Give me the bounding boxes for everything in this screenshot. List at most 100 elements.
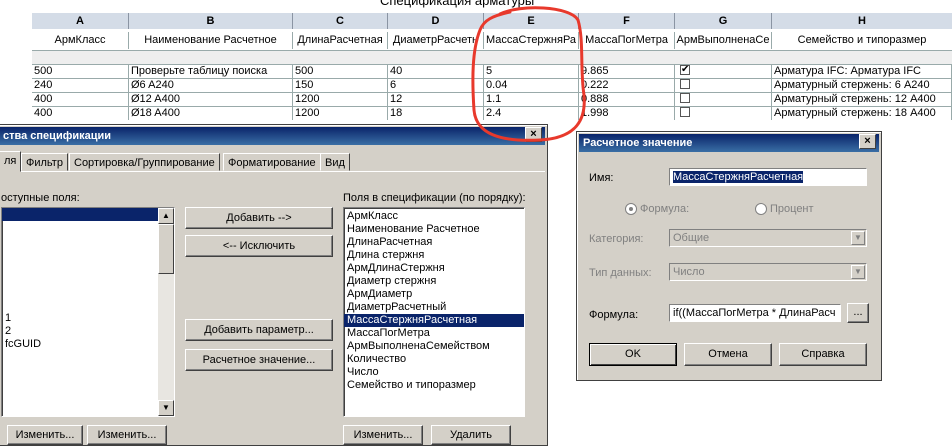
cell-e[interactable]: 1.1 [484, 93, 579, 106]
cancel-button[interactable]: Отмена [684, 343, 772, 366]
delete-scheduled-button[interactable]: Удалить [431, 425, 511, 445]
radio-percent[interactable]: Процент [755, 203, 814, 216]
tab-formatting[interactable]: Форматирование [223, 153, 321, 171]
header-length[interactable]: ДлинаРасчетная [293, 32, 388, 49]
available-field-item[interactable] [2, 377, 174, 390]
cell-h[interactable]: Арматурный стержень: 6 A240 [772, 79, 952, 92]
formula-browse-button[interactable]: ... [847, 303, 869, 323]
cell-h[interactable]: Арматурный стержень: 18 A400 [772, 107, 952, 120]
scheduled-field-item[interactable]: Наименование Расчетное [344, 223, 524, 236]
scroll-up-icon[interactable]: ▲ [158, 208, 174, 224]
col-letter-a[interactable]: A [32, 13, 129, 29]
cell-b[interactable]: Ø12 A400 [129, 93, 293, 106]
tab-view[interactable]: Вид [320, 153, 350, 171]
header-diameter[interactable]: ДиаметрРасчетн [388, 32, 484, 49]
scheduled-field-item[interactable]: Семейство и типоразмер [344, 379, 524, 392]
header-armklass[interactable]: АрмКласс [32, 32, 129, 49]
available-field-item[interactable] [2, 286, 174, 299]
cell-f[interactable]: 0.222 [579, 79, 675, 92]
formula-input[interactable]: if((МассаПогМетра * ДлинаРасч [669, 304, 841, 322]
scheduled-field-item[interactable]: ДлинаРасчетная [344, 236, 524, 249]
cell-b[interactable]: Ø18 A400 [129, 107, 293, 120]
cell-e[interactable]: 0.04 [484, 79, 579, 92]
available-field-item[interactable] [2, 208, 174, 221]
col-letter-c[interactable]: C [293, 13, 388, 29]
cell-b[interactable]: Ø6 A240 [129, 79, 293, 92]
scheduled-field-item[interactable]: АрмДиаметр [344, 288, 524, 301]
ok-button[interactable]: OK [589, 343, 677, 366]
scheduled-field-item[interactable]: ДиаметрРасчетный [344, 301, 524, 314]
cell-g[interactable] [675, 79, 772, 92]
cell-g[interactable] [675, 93, 772, 106]
add-field-button[interactable]: Добавить --> [185, 207, 333, 229]
available-field-item[interactable]: 1 [2, 312, 174, 325]
header-mass[interactable]: МассаСтержняРа [484, 32, 579, 49]
close-icon[interactable]: × [859, 134, 876, 149]
available-field-item[interactable] [2, 273, 174, 286]
table-row[interactable]: 500 Проверьте таблицу поиска 500 40 5 9.… [32, 64, 952, 78]
checkbox[interactable] [680, 107, 690, 118]
col-letter-g[interactable]: G [675, 13, 772, 29]
cell-e[interactable]: 2.4 [484, 107, 579, 120]
scheduled-field-item[interactable]: Количество [344, 353, 524, 366]
checkbox[interactable] [680, 93, 690, 104]
col-letter-e[interactable]: E [484, 13, 579, 29]
help-button[interactable]: Справка [779, 343, 867, 366]
cell-a[interactable]: 400 [32, 107, 129, 120]
cell-d[interactable]: 12 [388, 93, 484, 106]
tab-sorting[interactable]: Сортировка/Группирование [69, 153, 220, 171]
cell-g[interactable] [675, 65, 772, 78]
checkbox[interactable] [680, 79, 690, 90]
edit-scheduled-button[interactable]: Изменить... [343, 425, 423, 445]
table-row[interactable]: 400 Ø18 A400 1200 18 2.4 1.998 Арматурны… [32, 106, 952, 120]
table-row[interactable]: 240 Ø6 A240 150 6 0.04 0.222 Арматурный … [32, 78, 952, 92]
close-icon[interactable]: × [525, 127, 542, 142]
scroll-down-icon[interactable]: ▼ [158, 400, 174, 416]
available-field-item[interactable]: fcGUID [2, 338, 174, 351]
table-row[interactable]: 400 Ø12 A400 1200 12 1.1 0.888 Арматурны… [32, 92, 952, 106]
scheduled-field-item[interactable]: Длина стержня [344, 249, 524, 262]
tab-filter[interactable]: Фильтр [21, 153, 68, 171]
cell-c[interactable]: 1200 [293, 93, 388, 106]
cell-d[interactable]: 6 [388, 79, 484, 92]
cell-c[interactable]: 500 [293, 65, 388, 78]
cell-f[interactable]: 9.865 [579, 65, 675, 78]
scheduled-field-item[interactable]: Число [344, 366, 524, 379]
col-letter-b[interactable]: B [129, 13, 293, 29]
cell-e[interactable]: 5 [484, 65, 579, 78]
available-field-item[interactable] [2, 364, 174, 377]
scroll-thumb[interactable] [158, 224, 174, 274]
cell-c[interactable]: 150 [293, 79, 388, 92]
scheduled-field-item[interactable]: АрмВыполненаСемейством [344, 340, 524, 353]
cell-a[interactable]: 400 [32, 93, 129, 106]
edit-button[interactable]: Изменить... [87, 425, 167, 445]
available-field-item[interactable] [2, 221, 174, 234]
scheduled-field-item[interactable]: АрмДлинаСтержня [344, 262, 524, 275]
edit-field-button[interactable]: Изменить... [7, 425, 83, 445]
cell-g[interactable] [675, 107, 772, 120]
add-parameter-button[interactable]: Добавить параметр... [185, 319, 333, 341]
cell-h[interactable]: Арматурный стержень: 12 A400 [772, 93, 952, 106]
scheduled-field-item[interactable]: МассаСтержняРасчетная [344, 314, 524, 327]
col-letter-h[interactable]: H [772, 13, 952, 29]
scheduled-field-item[interactable]: АрмКласс [344, 210, 524, 223]
cell-a[interactable]: 240 [32, 79, 129, 92]
cell-h[interactable]: Арматура IFC: Арматура IFC [772, 65, 952, 78]
category-select[interactable]: Общие ▼ [669, 229, 867, 247]
cell-b[interactable]: Проверьте таблицу поиска [129, 65, 293, 78]
scrollbar[interactable]: ▲ ▼ [158, 208, 174, 416]
name-input[interactable]: МассаСтержняРасчетная [669, 168, 867, 186]
cell-f[interactable]: 0.888 [579, 93, 675, 106]
cell-d[interactable]: 18 [388, 107, 484, 120]
calculated-value-button[interactable]: Расчетное значение... [185, 349, 333, 371]
available-field-item[interactable] [2, 234, 174, 247]
remove-field-button[interactable]: <-- Исключить [185, 235, 333, 257]
cell-f[interactable]: 1.998 [579, 107, 675, 120]
radio-formula[interactable]: Формула: [625, 203, 689, 216]
available-field-item[interactable] [2, 351, 174, 364]
tab-fields[interactable]: ля [0, 151, 22, 172]
col-letter-f[interactable]: F [579, 13, 675, 29]
checkbox[interactable] [680, 65, 690, 76]
scheduled-field-item[interactable]: Диаметр стержня [344, 275, 524, 288]
datatype-select[interactable]: Число ▼ [669, 263, 867, 281]
